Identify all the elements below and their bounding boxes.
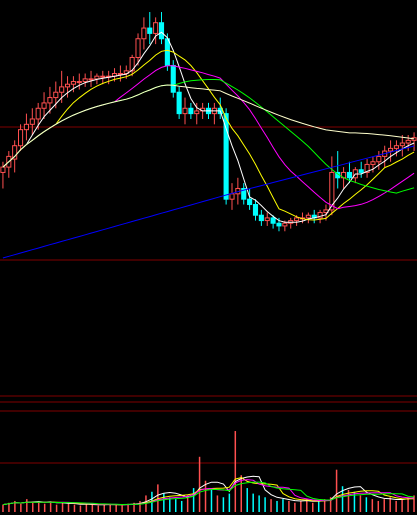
candle-body — [70, 81, 76, 85]
candle-body — [176, 91, 182, 115]
candle-body — [388, 147, 394, 152]
moving-average-line — [2, 84, 415, 168]
candle-body — [405, 139, 411, 144]
candle-body — [0, 166, 6, 173]
candle-body — [64, 83, 71, 88]
candle-body — [158, 22, 165, 40]
candle-body — [59, 86, 65, 93]
candle-body — [100, 75, 106, 78]
candle-body — [182, 107, 188, 115]
candle-body — [376, 155, 382, 163]
candle-body — [282, 222, 288, 227]
moving-average-line — [2, 65, 415, 210]
volume-moving-average-line — [2, 481, 415, 506]
candle-body — [35, 107, 41, 120]
candle-body — [276, 222, 282, 227]
candle-body — [305, 214, 311, 219]
candle-body — [53, 91, 59, 99]
candle-body — [29, 118, 35, 125]
candle-body — [370, 161, 376, 165]
volume-moving-average-line — [2, 475, 415, 506]
candle-body — [194, 110, 200, 115]
candle-body — [247, 198, 253, 206]
candle-body — [94, 75, 100, 80]
candle-body — [393, 145, 399, 149]
candle-body — [88, 78, 94, 81]
candle-body — [147, 27, 153, 34]
candle-body — [164, 38, 170, 66]
candle-body — [41, 102, 47, 109]
chart-canvas — [0, 12, 417, 512]
candle-body — [188, 107, 194, 115]
volume-moving-average-line — [2, 476, 415, 506]
candle-body — [399, 142, 405, 147]
candle-body — [141, 27, 147, 40]
moving-average-line — [2, 79, 415, 194]
candle-body — [264, 217, 270, 222]
candle-body — [223, 113, 229, 200]
candle-body — [47, 97, 53, 104]
candle-body — [294, 217, 300, 222]
candle-body — [229, 193, 235, 200]
stock-chart[interactable] — [0, 0, 417, 515]
candle-body — [258, 214, 264, 222]
candle-body — [252, 204, 259, 216]
candle-body — [18, 129, 24, 147]
candle-body — [170, 64, 176, 93]
moving-average-line — [2, 145, 415, 259]
candle-body — [270, 217, 276, 224]
candle-body — [358, 169, 364, 173]
candle-body — [76, 81, 82, 84]
candle-body — [23, 123, 29, 131]
candle-body — [346, 171, 353, 179]
moving-average-line — [2, 49, 415, 221]
candle-body — [82, 78, 88, 83]
candle-body — [135, 38, 141, 58]
candle-body — [153, 22, 159, 34]
